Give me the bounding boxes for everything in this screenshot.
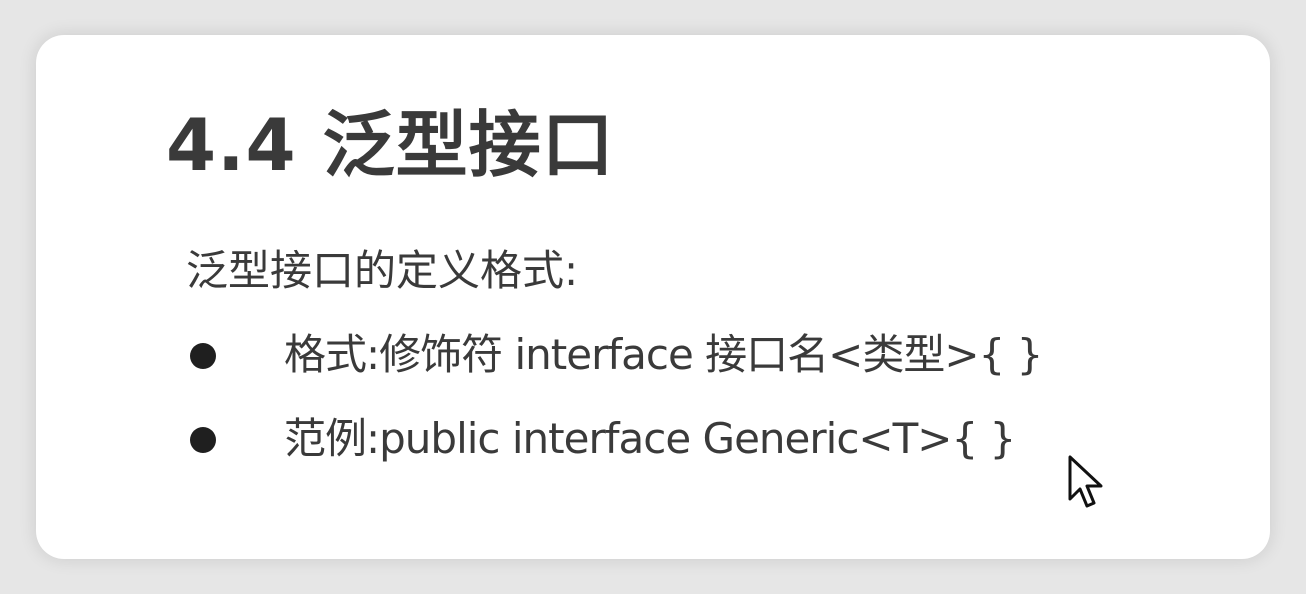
bullet-dot-icon	[190, 343, 216, 369]
bullet-text-format: 格式:修饰符 interface 接口名<类型>{ }	[284, 330, 1043, 379]
slide-title: 4.4 泛型接口	[166, 103, 615, 187]
bullet-dot-icon	[190, 427, 216, 453]
definition-intro: 泛型接口的定义格式:	[186, 246, 579, 295]
mouse-cursor-icon	[1068, 455, 1103, 508]
bullet-text-example: 范例:public interface Generic<T>{ }	[284, 414, 1016, 463]
